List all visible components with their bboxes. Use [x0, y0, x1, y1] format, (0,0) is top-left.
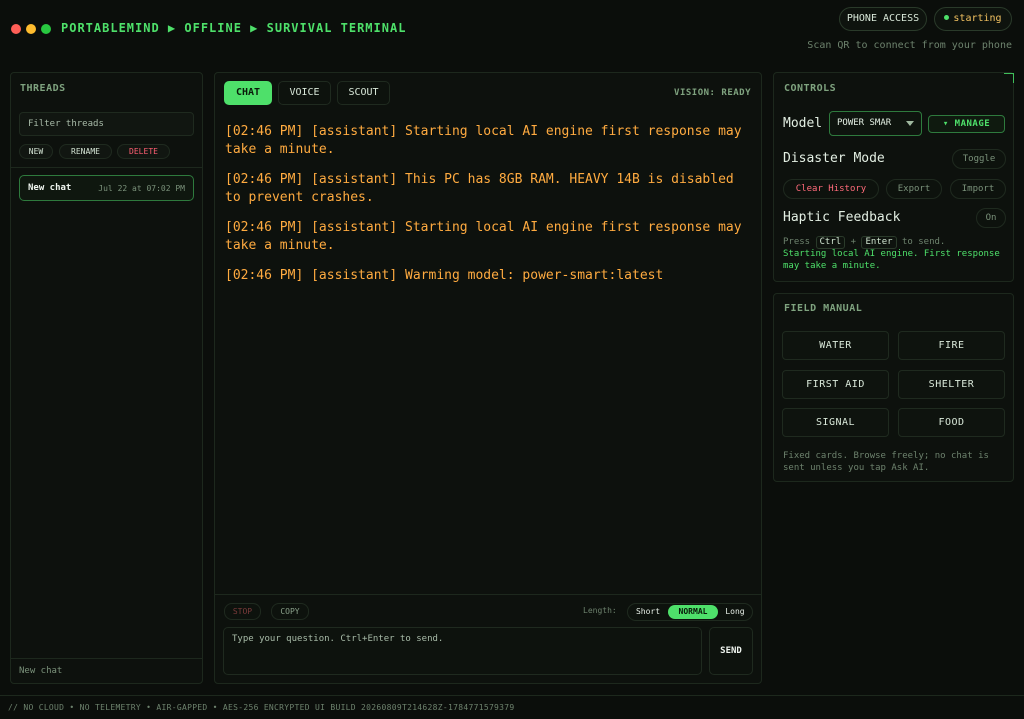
- length-short-option[interactable]: Short: [630, 605, 666, 619]
- current-thread-label: New chat: [19, 666, 63, 676]
- controls-panel: CONTROLS Model POWER SMAR ▾ MANAGE Disas…: [773, 72, 1014, 282]
- haptic-feedback-toggle[interactable]: On: [976, 208, 1006, 228]
- card-first-aid[interactable]: FIRST AID: [782, 370, 889, 399]
- thread-date: Jul 22 at 07:02 PM: [98, 184, 185, 193]
- divider: [0, 695, 1024, 696]
- delete-thread-button[interactable]: DELETE: [117, 144, 170, 159]
- controls-title: CONTROLS: [784, 83, 837, 94]
- divider: [215, 594, 761, 595]
- thread-item[interactable]: New chat Jul 22 at 07:02 PM: [19, 175, 194, 201]
- manage-models-button[interactable]: ▾ MANAGE: [928, 115, 1005, 133]
- vision-status: VISION: READY: [674, 88, 751, 98]
- card-food[interactable]: FOOD: [898, 408, 1005, 437]
- model-label: Model: [783, 116, 823, 131]
- message-list: [02:46 PM] [assistant] Starting local AI…: [225, 123, 753, 297]
- disaster-mode-label: Disaster Mode: [783, 151, 885, 166]
- new-thread-button[interactable]: NEW: [19, 144, 53, 159]
- card-signal[interactable]: SIGNAL: [782, 408, 889, 437]
- hint-plus: +: [850, 237, 857, 247]
- threads-panel: THREADS NEW RENAME DELETE New chat Jul 2…: [10, 72, 203, 684]
- chat-message: [02:46 PM] [assistant] Warming model: po…: [225, 268, 664, 283]
- close-window-icon[interactable]: [11, 24, 21, 34]
- status-badge: starting: [934, 7, 1012, 31]
- card-water[interactable]: WATER: [782, 331, 889, 360]
- field-manual-note: Fixed cards. Browse freely; no chat is s…: [783, 451, 989, 473]
- import-button[interactable]: Import: [950, 179, 1006, 199]
- field-manual-panel: FIELD MANUAL WATER FIRE FIRST AID SHELTE…: [773, 293, 1014, 482]
- divider: [11, 167, 202, 168]
- length-normal-option[interactable]: NORMAL: [668, 605, 718, 619]
- haptic-feedback-label: Haptic Feedback: [783, 210, 901, 225]
- chevron-down-icon: [906, 121, 914, 126]
- chat-panel: CHAT VOICE SCOUT VISION: READY [02:46 PM…: [214, 72, 762, 684]
- thread-name: New chat: [28, 183, 72, 193]
- footer-status: // NO CLOUD • NO TELEMETRY • AIR-GAPPED …: [8, 703, 515, 712]
- send-button[interactable]: SEND: [709, 627, 753, 675]
- field-manual-title: FIELD MANUAL: [784, 303, 863, 314]
- card-shelter[interactable]: SHELTER: [898, 370, 1005, 399]
- card-fire[interactable]: FIRE: [898, 331, 1005, 360]
- length-selector: Short NORMAL Long: [627, 603, 753, 621]
- chat-message: [02:46 PM] [assistant] Starting local AI…: [225, 220, 742, 253]
- phone-access-button[interactable]: PHONE ACCESS: [839, 7, 927, 31]
- engine-status-text: Starting local AI engine. First response…: [783, 249, 1000, 271]
- model-select[interactable]: POWER SMAR: [829, 111, 922, 136]
- chat-message: [02:46 PM] [assistant] This PC has 8GB R…: [225, 172, 734, 205]
- model-value: POWER SMAR: [837, 118, 892, 128]
- breadcrumb: PORTABLEMIND ▶ OFFLINE ▶ SURVIVAL TERMIN…: [61, 21, 407, 35]
- clear-history-button[interactable]: Clear History: [783, 179, 879, 199]
- disaster-mode-toggle[interactable]: Toggle: [952, 149, 1006, 169]
- divider: [11, 658, 202, 659]
- tab-chat[interactable]: CHAT: [224, 81, 272, 105]
- status-dot-icon: [944, 14, 950, 20]
- threads-title: THREADS: [20, 83, 66, 94]
- corner-accent: [1004, 73, 1014, 83]
- export-button[interactable]: Export: [886, 179, 942, 199]
- length-long-option[interactable]: Long: [720, 605, 750, 619]
- length-label: Length:: [583, 606, 617, 615]
- rename-thread-button[interactable]: RENAME: [59, 144, 112, 159]
- stop-button[interactable]: STOP: [224, 603, 261, 620]
- chat-message: [02:46 PM] [assistant] Starting local AI…: [225, 124, 742, 157]
- question-input[interactable]: [223, 627, 702, 675]
- scan-hint: Scan QR to connect from your phone: [807, 40, 1012, 51]
- tab-scout[interactable]: SCOUT: [337, 81, 390, 105]
- filter-threads-input[interactable]: [19, 112, 194, 136]
- tab-voice[interactable]: VOICE: [278, 81, 331, 105]
- maximize-window-icon[interactable]: [41, 24, 51, 34]
- title-bar: PORTABLEMIND ▶ OFFLINE ▶ SURVIVAL TERMIN…: [0, 0, 1024, 62]
- hint-tail: to send.: [901, 237, 946, 247]
- status-text: starting: [953, 13, 1002, 24]
- copy-button[interactable]: COPY: [271, 603, 309, 620]
- minimize-window-icon[interactable]: [26, 24, 36, 34]
- hint-press: Press: [783, 237, 811, 247]
